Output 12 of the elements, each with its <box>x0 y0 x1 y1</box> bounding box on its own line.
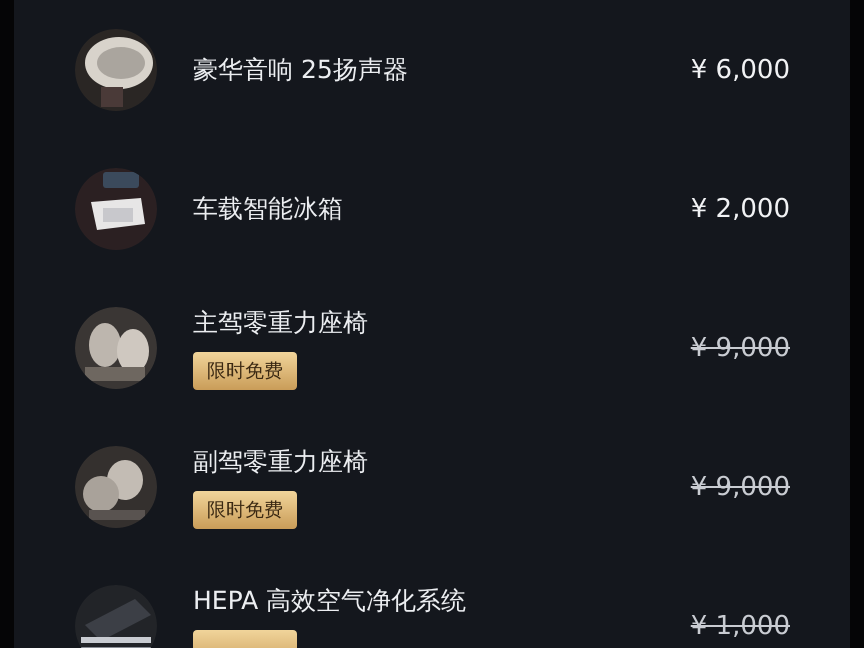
free-badge: 限时免费 <box>193 352 297 390</box>
option-price: ¥ 6,000 <box>690 54 790 84</box>
option-title: 豪华音响 25扬声器 <box>193 54 408 86</box>
option-price: ¥ 9,000 <box>690 472 790 502</box>
option-price: ¥ 2,000 <box>690 194 790 224</box>
free-badge: 限时免费 <box>193 490 297 528</box>
option-title: 主驾零重力座椅 <box>193 306 368 338</box>
option-price: ¥ 1,000 <box>690 610 790 640</box>
option-title: HEPA 高效空气净化系统 <box>193 584 466 616</box>
option-title: 副驾零重力座椅 <box>193 446 368 478</box>
option-price: ¥ 9,000 <box>690 332 790 362</box>
option-title: 车载智能冰箱 <box>193 192 343 224</box>
